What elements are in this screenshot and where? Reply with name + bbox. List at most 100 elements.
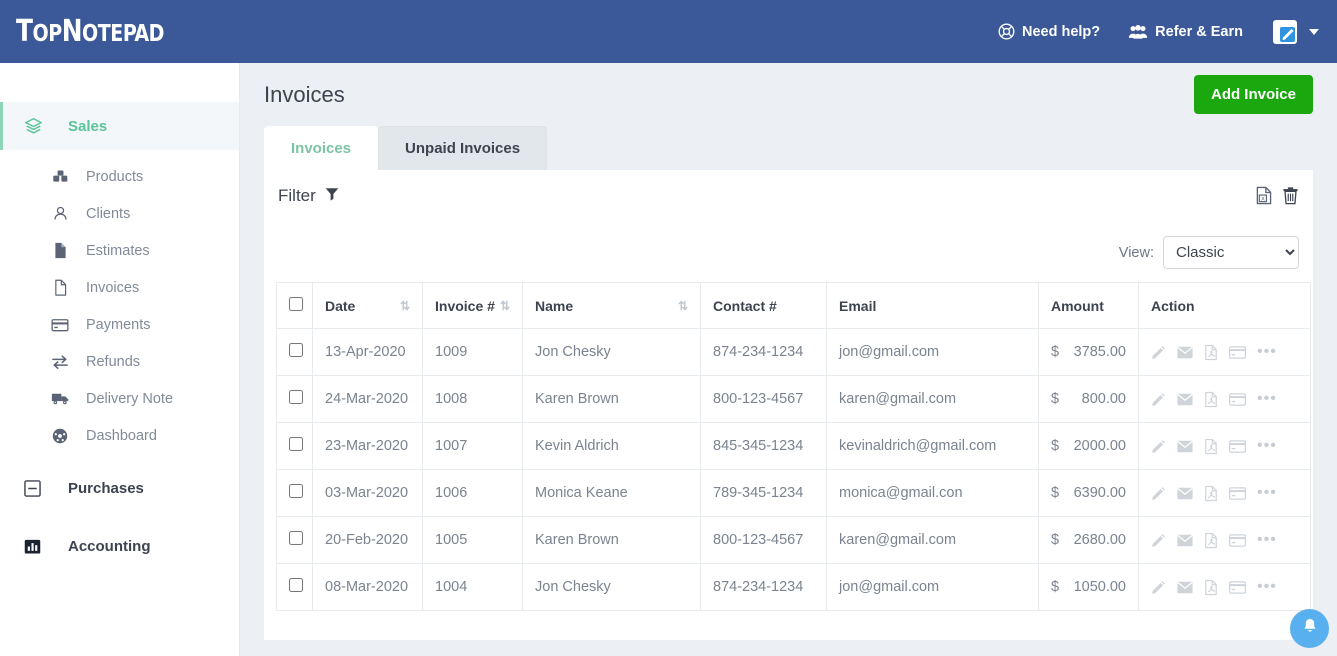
pencil-icon[interactable] (1151, 392, 1166, 407)
envelope-icon[interactable] (1177, 440, 1193, 453)
cell-date: 03-Mar-2020 (313, 470, 423, 517)
header-name[interactable]: Name ⇅ (523, 283, 701, 329)
table-row[interactable]: 08-Mar-20201004Jon Chesky874-234-1234jon… (277, 564, 1311, 611)
cell-actions: ••• (1139, 564, 1311, 611)
sidebar-item-estimates[interactable]: Estimates (0, 232, 239, 269)
pdf-icon[interactable] (1204, 344, 1218, 361)
table-row[interactable]: 03-Mar-20201006Monica Keane789-345-1234m… (277, 470, 1311, 517)
pencil-icon[interactable] (1151, 345, 1166, 360)
envelope-icon[interactable] (1177, 487, 1193, 500)
credit-card-icon[interactable] (1229, 346, 1246, 359)
ellipsis-icon[interactable]: ••• (1257, 344, 1277, 360)
row-checkbox[interactable] (289, 578, 303, 592)
cell-amount: $2000.00 (1039, 423, 1139, 470)
cell-email: jon@gmail.com (827, 564, 1039, 611)
credit-card-icon[interactable] (1229, 393, 1246, 406)
row-checkbox[interactable] (289, 484, 303, 498)
sidebar-item-dashboard[interactable]: Dashboard (0, 417, 239, 454)
envelope-icon[interactable] (1177, 346, 1193, 359)
amount-value: 2680.00 (1074, 532, 1126, 548)
credit-card-icon[interactable] (1229, 581, 1246, 594)
refer-and-earn-button[interactable]: Refer & Earn (1128, 24, 1243, 40)
sort-icon-name[interactable]: ⇅ (678, 300, 688, 312)
pdf-icon[interactable] (1204, 579, 1218, 596)
filter-button[interactable]: Filter (278, 186, 339, 206)
pencil-icon[interactable] (1151, 486, 1166, 501)
sidebar-item-refunds[interactable]: Refunds (0, 343, 239, 380)
top-header-bar: TOPNOTEPAD Need help? (0, 0, 1337, 63)
add-invoice-button[interactable]: Add Invoice (1194, 75, 1313, 114)
amount-value: 1050.00 (1074, 579, 1126, 595)
page-header: Invoices Add Invoice (240, 63, 1337, 126)
row-checkbox[interactable] (289, 437, 303, 451)
header-amount-label: Amount (1051, 298, 1104, 314)
header-date[interactable]: Date ⇅ (313, 283, 423, 329)
table-row[interactable]: 23-Mar-20201007Kevin Aldrich845-345-1234… (277, 423, 1311, 470)
credit-card-icon[interactable] (1229, 487, 1246, 500)
table-row[interactable]: 24-Mar-20201008Karen Brown800-123-4567ka… (277, 376, 1311, 423)
currency-symbol: $ (1051, 438, 1059, 454)
pencil-icon[interactable] (1151, 439, 1166, 454)
sort-icon-invoice-number[interactable]: ⇅ (500, 300, 510, 312)
pdf-icon[interactable] (1204, 438, 1218, 455)
tab-invoices[interactable]: Invoices (264, 126, 378, 170)
credit-card-icon[interactable] (1229, 534, 1246, 547)
sidebar-item-payments[interactable]: Payments (0, 306, 239, 343)
sort-icon-date[interactable]: ⇅ (400, 300, 410, 312)
pdf-icon[interactable] (1204, 391, 1218, 408)
row-select-cell (277, 329, 313, 376)
header-actions: Need help? Refer & Earn (998, 16, 1319, 48)
envelope-icon[interactable] (1177, 581, 1193, 594)
cell-name: Karen Brown (523, 376, 701, 423)
cell-contact-number: 845-345-1234 (701, 423, 827, 470)
trash-icon[interactable] (1282, 186, 1299, 205)
sidebar-group-purchases[interactable]: Purchases (0, 464, 239, 512)
cell-email: karen@gmail.com (827, 376, 1039, 423)
boxes-icon (48, 168, 72, 185)
header-action: Action (1139, 283, 1311, 329)
tab-unpaid-invoices[interactable]: Unpaid Invoices (378, 126, 547, 170)
credit-card-icon[interactable] (1229, 440, 1246, 453)
row-checkbox[interactable] (289, 343, 303, 357)
sidebar-item-label-delivery-note: Delivery Note (86, 391, 173, 407)
cell-date: 13-Apr-2020 (313, 329, 423, 376)
sidebar-item-delivery-note[interactable]: Delivery Note (0, 380, 239, 417)
excel-export-icon[interactable]: X (1255, 186, 1272, 205)
ellipsis-icon[interactable]: ••• (1257, 532, 1277, 548)
select-all-checkbox[interactable] (289, 297, 303, 311)
pdf-icon[interactable] (1204, 485, 1218, 502)
table-row[interactable]: 20-Feb-20201005Karen Brown800-123-4567ka… (277, 517, 1311, 564)
cell-name: Jon Chesky (523, 329, 701, 376)
ellipsis-icon[interactable]: ••• (1257, 485, 1277, 501)
cell-invoice-number: 1004 (423, 564, 523, 611)
ellipsis-icon[interactable]: ••• (1257, 579, 1277, 595)
row-checkbox[interactable] (289, 390, 303, 404)
need-help-button[interactable]: Need help? (998, 23, 1100, 40)
sidebar-item-clients[interactable]: Clients (0, 195, 239, 232)
row-checkbox[interactable] (289, 531, 303, 545)
sidebar-item-invoices[interactable]: Invoices (0, 269, 239, 306)
envelope-icon[interactable] (1177, 393, 1193, 406)
ellipsis-icon[interactable]: ••• (1257, 438, 1277, 454)
sidebar-group-accounting[interactable]: Accounting (0, 522, 239, 570)
currency-symbol: $ (1051, 344, 1059, 360)
ellipsis-icon[interactable]: ••• (1257, 391, 1277, 407)
brand-logo[interactable]: TOPNOTEPAD (16, 14, 164, 49)
pencil-icon[interactable] (1151, 580, 1166, 595)
sidebar-item-products[interactable]: Products (0, 158, 239, 195)
tab-bar: Invoices Unpaid Invoices (240, 126, 1337, 170)
cell-actions: ••• (1139, 517, 1311, 564)
notification-widget-button[interactable] (1290, 609, 1329, 648)
pdf-icon[interactable] (1204, 532, 1218, 549)
card-toolbar: Filter X (276, 186, 1301, 206)
table-row[interactable]: 13-Apr-20201009Jon Chesky874-234-1234jon… (277, 329, 1311, 376)
envelope-icon[interactable] (1177, 534, 1193, 547)
header-invoice-number[interactable]: Invoice # ⇅ (423, 283, 523, 329)
sidebar-group-sales[interactable]: Sales (0, 102, 239, 150)
pencil-icon[interactable] (1151, 533, 1166, 548)
sidebar-group-label-sales: Sales (68, 118, 107, 135)
header-action-label: Action (1151, 298, 1195, 314)
view-select[interactable]: Classic (1163, 236, 1299, 269)
credit-card-icon (48, 318, 72, 332)
account-menu-button[interactable] (1271, 16, 1319, 48)
